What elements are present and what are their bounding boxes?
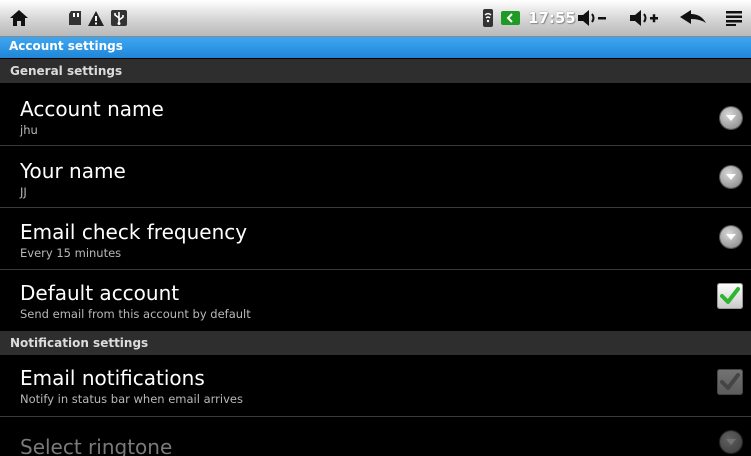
pref-email-check-frequency[interactable]: Email check frequency Every 15 minutes	[0, 208, 751, 269]
clock: 17:55	[528, 9, 576, 27]
home-icon[interactable]	[8, 8, 30, 28]
status-bar: 17:55	[0, 0, 751, 37]
battery-icon	[500, 8, 522, 28]
section-header-notification: Notification settings	[0, 331, 751, 355]
pref-title: Email notifications	[20, 366, 205, 390]
pref-title: Email check frequency	[20, 220, 248, 244]
pref-email-notifications[interactable]: Email notifications Notify in status bar…	[0, 355, 751, 416]
checkmark-icon	[720, 287, 740, 304]
dropdown-arrow-icon[interactable]	[720, 107, 742, 129]
pref-summary: jhu	[20, 123, 38, 137]
dropdown-arrow-icon[interactable]	[720, 431, 742, 453]
dropdown-arrow-icon[interactable]	[720, 166, 742, 188]
pref-summary: Notify in status bar when email arrives	[20, 392, 243, 406]
default-account-checkbox[interactable]	[717, 283, 743, 309]
pref-summary: JJ	[20, 185, 27, 199]
warning-icon	[86, 8, 106, 28]
pref-summary: Send email from this account by default	[20, 307, 251, 321]
section-header-general: General settings	[0, 59, 751, 83]
volume-down-icon[interactable]	[575, 8, 609, 28]
pref-summary: Every 15 minutes	[20, 246, 122, 260]
pref-default-account[interactable]: Default account Send email from this acc…	[0, 270, 751, 331]
pref-title: Select ringtone	[20, 435, 173, 456]
pref-account-name[interactable]: Account name jhu	[0, 83, 751, 145]
page-title: Account settings	[9, 39, 123, 53]
menu-icon[interactable]	[724, 8, 744, 28]
title-bar: Account settings	[0, 37, 751, 58]
email-notifications-checkbox[interactable]	[717, 369, 743, 395]
section-header-label: Notification settings	[10, 336, 149, 350]
sd-card-icon	[66, 8, 84, 28]
pref-title: Your name	[20, 159, 126, 183]
pref-select-ringtone[interactable]: Select ringtone	[0, 417, 751, 456]
pref-title: Default account	[20, 281, 180, 305]
volume-up-icon[interactable]	[627, 8, 661, 28]
pref-title: Account name	[20, 97, 164, 121]
section-header-label: General settings	[10, 64, 123, 78]
back-icon[interactable]	[678, 8, 708, 28]
usb-icon	[109, 8, 129, 28]
dropdown-arrow-icon[interactable]	[720, 226, 742, 248]
wifi-icon	[481, 8, 495, 28]
account-settings-screen: 17:55 Account settings General settings …	[0, 0, 751, 456]
checkmark-icon	[720, 373, 740, 390]
pref-your-name[interactable]: Your name JJ	[0, 146, 751, 207]
